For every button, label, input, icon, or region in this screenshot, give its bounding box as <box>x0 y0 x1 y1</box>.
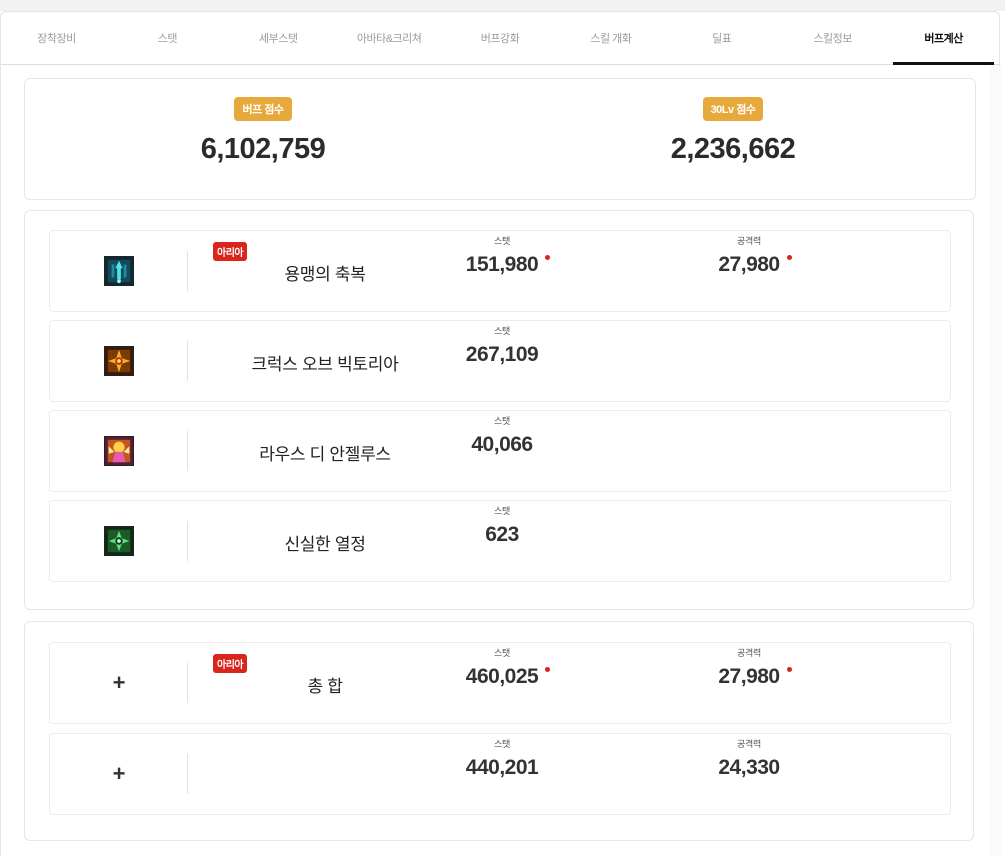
stat-label: 스탯 <box>494 648 510 658</box>
attack-column: 공격력 27,980 <box>649 234 849 277</box>
attack-label: 공격력 <box>737 236 761 246</box>
tab-detail-stats[interactable]: 세부스탯 <box>223 12 334 64</box>
stat-value: 623 <box>485 523 519 546</box>
stat-label: 스탯 <box>494 416 510 426</box>
row-divider <box>187 754 188 794</box>
tab-bar: 장착장비 스탯 세부스탯 아바타&크리쳐 버프강화 스킬 개화 딜표 스킬정보 … <box>1 12 999 65</box>
skill-icon-cell <box>50 231 188 311</box>
change-indicator-dot <box>786 255 792 260</box>
tab-buff-calc[interactable]: 버프계산 <box>888 12 999 65</box>
stat-label: 스탯 <box>494 326 510 336</box>
stat-value: 460,025 <box>466 665 551 689</box>
stat-column: 스탯 267,109 <box>402 324 602 367</box>
lv30-score-value: 2,236,662 <box>670 133 796 165</box>
stat-value: 440,201 <box>465 756 539 779</box>
skill-row: 라우스 디 안젤루스 스탯 40,066 <box>49 410 951 492</box>
tab-avatar-creature[interactable]: 아바타&크리쳐 <box>334 12 445 64</box>
change-indicator-dot <box>545 255 551 260</box>
stat-column: 스탯 623 <box>402 504 602 547</box>
row-divider <box>187 251 188 291</box>
aria-badge: 아리아 <box>213 654 248 673</box>
attack-value: 27,980 <box>718 253 792 277</box>
crux-of-victoria-icon <box>104 346 134 376</box>
row-divider <box>187 663 188 703</box>
tab-stats[interactable]: 스탯 <box>112 12 223 64</box>
attack-value: 27,980 <box>718 665 792 689</box>
stat-column: 스탯 460,025 <box>402 646 602 689</box>
tab-damage-table[interactable]: 딜표 <box>666 12 777 64</box>
score-card: 버프 점수 6,102,759 30Lv 점수 2,236,662 <box>24 78 976 200</box>
attack-value: 24,330 <box>718 756 780 779</box>
stat-value: 151,980 <box>466 253 551 277</box>
buff-score-value: 6,102,759 <box>200 133 326 165</box>
skills-card: 아리아 용맹의 축복 스탯 151,980 공격력 27,980 크럭스 오브 … <box>24 210 974 610</box>
stat-value: 267,109 <box>465 343 539 366</box>
skill-row: 크럭스 오브 빅토리아 스탯 267,109 <box>49 320 951 402</box>
row-divider <box>187 341 188 381</box>
stat-column: 스탯 151,980 <box>402 234 602 277</box>
skill-icon-cell <box>50 411 188 491</box>
faithful-passion-icon <box>104 526 134 556</box>
scrollbar[interactable] <box>989 66 1001 856</box>
stat-label: 스탯 <box>494 236 510 246</box>
tab-equipment[interactable]: 장착장비 <box>1 12 112 64</box>
total-icon-cell: + <box>50 643 188 723</box>
stat-label: 스탯 <box>494 739 510 749</box>
lv30-score-label: 30Lv 점수 <box>702 97 764 121</box>
skill-icon-cell <box>50 321 188 401</box>
row-divider <box>187 431 188 471</box>
skill-row: 아리아 용맹의 축복 스탯 151,980 공격력 27,980 <box>49 230 951 312</box>
blessing-of-valor-icon <box>104 256 134 286</box>
window-top-strip <box>0 0 1005 11</box>
total-row: + 아리아 총 합 스탯 460,025 공격력 27,980 <box>49 642 951 724</box>
stat-column: 스탯 440,201 <box>402 737 602 780</box>
buff-calculator-panel: 장착장비 스탯 세부스탯 아바타&크리쳐 버프강화 스킬 개화 딜표 스킬정보 … <box>0 11 1001 856</box>
stat-value: 40,066 <box>471 433 533 456</box>
tab-buff-enhance[interactable]: 버프강화 <box>445 12 556 64</box>
plus-icon[interactable]: + <box>113 672 126 694</box>
skill-icon-cell <box>50 501 188 581</box>
tab-skill-bloom[interactable]: 스킬 개화 <box>555 12 666 64</box>
attack-column: 공격력 24,330 <box>649 737 849 780</box>
skill-row: 신실한 열정 스탯 623 <box>49 500 951 582</box>
plus-icon[interactable]: + <box>113 763 126 785</box>
aria-badge: 아리아 <box>213 242 248 261</box>
stat-label: 스탯 <box>494 506 510 516</box>
row-divider <box>187 521 188 561</box>
stat-column: 스탯 40,066 <box>402 414 602 457</box>
attack-label: 공격력 <box>737 648 761 658</box>
attack-column: 공격력 27,980 <box>649 646 849 689</box>
change-indicator-dot <box>786 667 792 672</box>
total-icon-cell: + <box>50 734 188 814</box>
attack-label: 공격력 <box>737 739 761 749</box>
laus-di-angelus-icon <box>104 436 134 466</box>
buff-score: 버프 점수 6,102,759 <box>113 97 413 166</box>
change-indicator-dot <box>545 667 551 672</box>
lv30-score: 30Lv 점수 2,236,662 <box>583 97 883 166</box>
totals-card: + 아리아 총 합 스탯 460,025 공격력 27,980 + 스탯 440… <box>24 621 974 841</box>
tab-skill-info[interactable]: 스킬정보 <box>777 12 888 64</box>
total-row: + 스탯 440,201 공격력 24,330 <box>49 733 951 815</box>
buff-score-label: 버프 점수 <box>234 97 292 121</box>
